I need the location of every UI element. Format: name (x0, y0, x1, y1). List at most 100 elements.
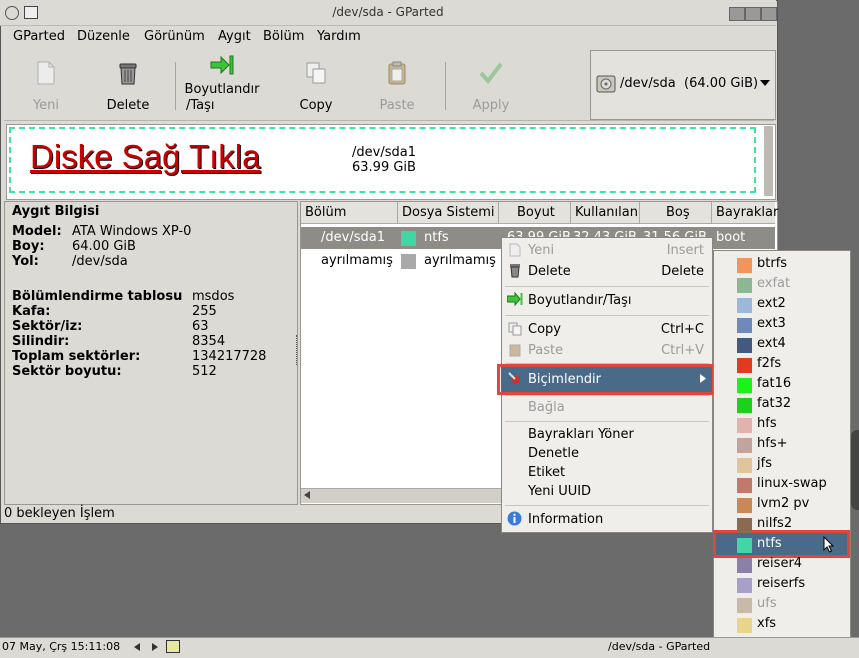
paste-button[interactable]: Paste (353, 54, 441, 116)
taskbar (0, 637, 859, 658)
ctx-copy[interactable]: Copy (528, 322, 561, 337)
delete-label: Delete (106, 98, 150, 113)
fs-item-hfs[interactable]: hfs (736, 415, 846, 435)
menu-view[interactable]: Görünüm (144, 29, 205, 44)
fs-item-ext3[interactable]: ext3 (736, 315, 846, 335)
fs-item-ext4[interactable]: ext4 (736, 335, 846, 355)
fs-item-reiserfs[interactable]: reiserfs (736, 575, 846, 595)
checkmark-icon (479, 62, 503, 85)
menu-help[interactable]: Yardım (317, 29, 361, 44)
menu-separator (505, 421, 709, 422)
ctx-delete[interactable]: Delete (528, 264, 571, 279)
fs-color-swatch (737, 338, 752, 353)
menu-separator (505, 315, 709, 316)
mouse-cursor-icon (823, 536, 835, 553)
column-header-flags[interactable]: Bayraklar (712, 202, 778, 224)
info-key: Boy: (12, 239, 45, 254)
info-key: Bölümlendirme tablosu (12, 289, 183, 304)
column-header-free[interactable]: Boş (640, 202, 712, 224)
fs-item-reiser4[interactable]: reiser4 (736, 555, 846, 575)
ctx-paste[interactable]: Paste (528, 343, 563, 358)
column-header-size[interactable]: Boyut (499, 202, 571, 224)
taskbar-clock: 07 May, Çrş 15:11:08 (2, 640, 121, 653)
info-key: Yol: (12, 254, 39, 269)
row-partition: /dev/sda1 (321, 230, 385, 245)
info-key: Silindir: (12, 334, 70, 349)
ctx-label[interactable]: Etiket (528, 465, 565, 480)
info-value: 134217728 (192, 349, 267, 364)
desktop-background (851, 430, 859, 510)
info-value: msdos (192, 289, 235, 304)
fs-color-swatch (737, 498, 752, 513)
taskbar-window-button[interactable]: /dev/sda - GParted (608, 640, 710, 653)
taskbar-window-icon[interactable] (166, 640, 180, 653)
fs-item-fat16[interactable]: fat16 (736, 375, 846, 395)
fs-item-ufs[interactable]: ufs (736, 595, 846, 615)
fs-item-f2fs[interactable]: f2fs (736, 355, 846, 375)
copy-label: Copy (299, 98, 333, 113)
menu-edit[interactable]: Düzenle (77, 29, 130, 44)
submenu-arrow-icon (700, 374, 706, 383)
ctx-format[interactable]: Biçimlendir (528, 372, 601, 387)
column-header-used[interactable]: Kullanılan (571, 202, 640, 224)
resize-move-button[interactable]: Boyutlandır /Taşı (178, 54, 266, 116)
paste-clipboard-icon (509, 344, 521, 357)
fs-color-swatch (737, 358, 752, 373)
graph-scrollbar[interactable] (764, 126, 773, 196)
fs-item-xfs[interactable]: xfs (736, 615, 846, 635)
fs-color-swatch (737, 478, 752, 493)
info-key: Sektör boyutu: (12, 364, 122, 379)
copy-icon (306, 62, 326, 84)
fs-item-lvm2-pv[interactable]: lvm2 pv (736, 495, 846, 515)
dropdown-arrow-icon[interactable] (760, 80, 770, 87)
fs-item-linux-swap[interactable]: linux-swap (736, 475, 846, 495)
fs-item-jfs[interactable]: jfs (736, 455, 846, 475)
fs-item-ext2[interactable]: ext2 (736, 295, 846, 315)
taskbar-next-arrow-icon[interactable] (152, 643, 158, 651)
fs-item-fat32[interactable]: fat32 (736, 395, 846, 415)
row-partition: ayrılmamış (321, 253, 393, 268)
close-button[interactable] (761, 7, 777, 21)
toolbar-separator (445, 62, 446, 110)
scroll-left-arrow-icon[interactable] (304, 491, 310, 499)
ctx-manage-flags[interactable]: Bayrakları Yöner (528, 427, 634, 442)
info-value: 512 (192, 364, 217, 379)
menu-separator (505, 505, 709, 506)
new-button[interactable]: Yeni (2, 54, 90, 116)
list-horizontal-scrollbar[interactable] (301, 488, 501, 503)
copy-button[interactable]: Copy (272, 54, 360, 116)
filesystem-color-swatch (401, 231, 416, 246)
resize-label-line2: /Taşı (186, 98, 215, 113)
paste-clipboard-icon (388, 61, 406, 85)
ctx-check[interactable]: Denetle (528, 446, 579, 461)
fs-item-nilfs2[interactable]: nilfs2 (736, 515, 846, 535)
fs-color-swatch (737, 598, 752, 613)
info-value: ATA Windows XP-0 (72, 224, 192, 239)
ctx-resize-move[interactable]: Boyutlandır/Taşı (528, 293, 631, 308)
menu-partition[interactable]: Bölüm (263, 29, 304, 44)
info-value: 255 (192, 304, 217, 319)
delete-button[interactable]: Delete (84, 54, 172, 116)
ctx-new-uuid[interactable]: Yeni UUID (528, 484, 591, 499)
menu-gparted[interactable]: GParted (13, 29, 65, 44)
column-header-partition[interactable]: Bölüm (301, 202, 398, 224)
info-value: 64.00 GiB (72, 239, 136, 254)
toolbar-separator (175, 62, 176, 110)
graph-partition-name: /dev/sda1 (352, 145, 416, 160)
ctx-mount[interactable]: Bağla (528, 400, 565, 415)
ctx-new[interactable]: Yeni (528, 243, 554, 258)
fs-color-swatch (737, 518, 752, 533)
fs-item-btrfs[interactable]: btrfs (736, 255, 846, 275)
apply-button[interactable]: Apply (447, 54, 535, 116)
fs-item-hfsplus[interactable]: hfs+ (736, 435, 846, 455)
maximize-button[interactable] (745, 7, 761, 21)
minimize-button[interactable] (729, 7, 745, 21)
column-header-filesystem[interactable]: Dosya Sistemi (398, 202, 499, 224)
ctx-information[interactable]: Information (528, 512, 603, 527)
window-title: /dev/sda - GParted (332, 5, 444, 19)
fs-color-swatch (737, 458, 752, 473)
taskbar-prev-arrow-icon[interactable] (134, 643, 140, 651)
ctx-new-shortcut: Insert (666, 243, 704, 258)
menu-device[interactable]: Aygıt (218, 29, 251, 44)
fs-item-exfat[interactable]: exfat (736, 275, 846, 295)
